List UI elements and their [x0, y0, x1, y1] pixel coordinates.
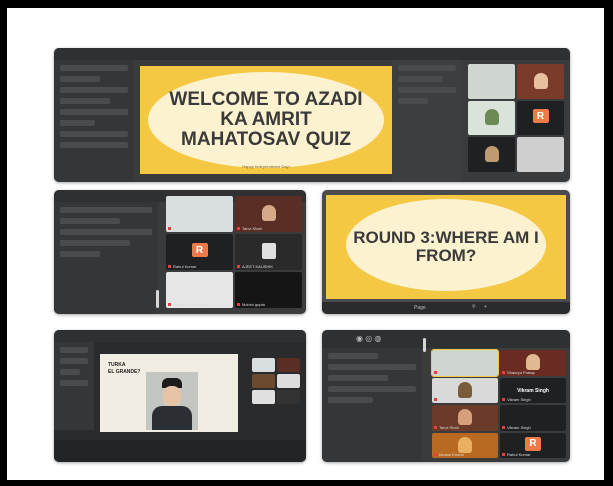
participant-tile[interactable]: Mohini gupta [235, 272, 302, 308]
participant-tile[interactable]: R Rahul Kumar [166, 234, 233, 270]
meeting-screenshot-3: ROUND 3:WHERE AM I FROM? Page ⚲ + [322, 190, 570, 314]
scrollbar[interactable] [423, 338, 426, 352]
participant-tile[interactable] [252, 374, 275, 388]
participant-tile[interactable]: Shaurya Pratap [500, 350, 566, 376]
participant-tile[interactable] [277, 374, 300, 388]
zoom-icon[interactable]: ⚲ [472, 304, 476, 310]
chat-sidebar [322, 348, 422, 462]
participant-tile[interactable] [431, 349, 499, 377]
participant-grid [252, 358, 300, 404]
participant-tile[interactable] [252, 390, 275, 404]
meeting-toolbar [54, 440, 306, 462]
meeting-screenshot-5: ◉ ◎ ◍ Shaurya Pratap Vikram Singh Vikram … [322, 330, 570, 462]
participant-grid: R [468, 64, 564, 172]
app-topbar [54, 330, 306, 342]
participant-tile[interactable]: AJEET KAUSHIK [235, 234, 302, 270]
collage-frame: WELCOME TO AZADI KA AMRIT MAHATOSAV QUIZ… [7, 8, 604, 480]
participant-tile[interactable]: R Rahul Kumar [500, 432, 566, 458]
plus-icon[interactable]: + [484, 304, 487, 310]
participant-tile[interactable]: Vikram Singh [500, 405, 566, 431]
participant-tile[interactable] [277, 390, 300, 404]
participant-tile[interactable] [468, 100, 515, 136]
participant-grid: Shaurya Pratap Vikram Singh Vikram Singh … [431, 349, 566, 458]
app-topbar: ◉ ◎ ◍ [322, 330, 570, 348]
scrollbar[interactable] [156, 290, 159, 308]
welcome-slide: WELCOME TO AZADI KA AMRIT MAHATOSAV QUIZ… [140, 66, 392, 174]
participant-tile[interactable] [432, 377, 498, 403]
participant-tile[interactable] [252, 358, 275, 372]
right-panel [392, 60, 462, 182]
slide-text-2: EL GRANDE? [108, 369, 141, 375]
shared-slide: TURKA EL GRANDE? [100, 354, 238, 432]
avatar: R [532, 109, 549, 124]
meeting-screenshot-2: Tanvi Shah R Rahul Kumar AJEET KAUSHIK Is… [54, 190, 306, 314]
slide-text-1: TURKA [108, 362, 126, 368]
avatar: R [525, 436, 541, 451]
slide-toolbar: Page ⚲ + [322, 302, 570, 314]
chat-sidebar [54, 202, 158, 314]
participant-tile[interactable] [517, 137, 564, 172]
participant-tile[interactable] [166, 196, 233, 232]
round3-slide: ROUND 3:WHERE AM I FROM? [326, 195, 566, 299]
avatar: R [191, 243, 208, 258]
app-topbar [54, 48, 570, 60]
chat-sidebar [54, 342, 94, 430]
round3-slide-title: ROUND 3:WHERE AM I FROM? [353, 228, 539, 265]
participant-tile[interactable] [468, 137, 515, 172]
page-indicator: Page [414, 305, 426, 311]
toolbar-icons[interactable]: ◉ ◎ ◍ [356, 334, 381, 343]
chat-sidebar [54, 60, 134, 182]
participant-tile[interactable] [517, 64, 564, 99]
welcome-slide-subtitle: Happy Independence Day! [242, 164, 290, 169]
participant-tile[interactable]: Ishaan Vikram Singh [166, 272, 233, 308]
big-label: Vikram Singh [517, 387, 549, 394]
participant-tile[interactable] [277, 358, 300, 372]
participant-tile[interactable]: Vikram Singh Vikram Singh [500, 377, 566, 403]
meeting-screenshot-4: TURKA EL GRANDE? [54, 330, 306, 462]
participant-grid: Tanvi Shah R Rahul Kumar AJEET KAUSHIK Is… [166, 196, 302, 308]
participant-tile[interactable]: Ishaan Kumar [432, 432, 498, 458]
welcome-slide-title: WELCOME TO AZADI KA AMRIT MAHATOSAV QUIZ [169, 89, 363, 150]
participant-tile[interactable] [468, 64, 515, 99]
participant-tile[interactable]: R [517, 100, 564, 136]
participant-tile[interactable]: Tanvi Shah [432, 405, 498, 431]
meeting-screenshot-1: WELCOME TO AZADI KA AMRIT MAHATOSAV QUIZ… [54, 48, 570, 182]
participant-tile[interactable]: Tanvi Shah [235, 196, 302, 232]
portrait-image [146, 372, 198, 430]
